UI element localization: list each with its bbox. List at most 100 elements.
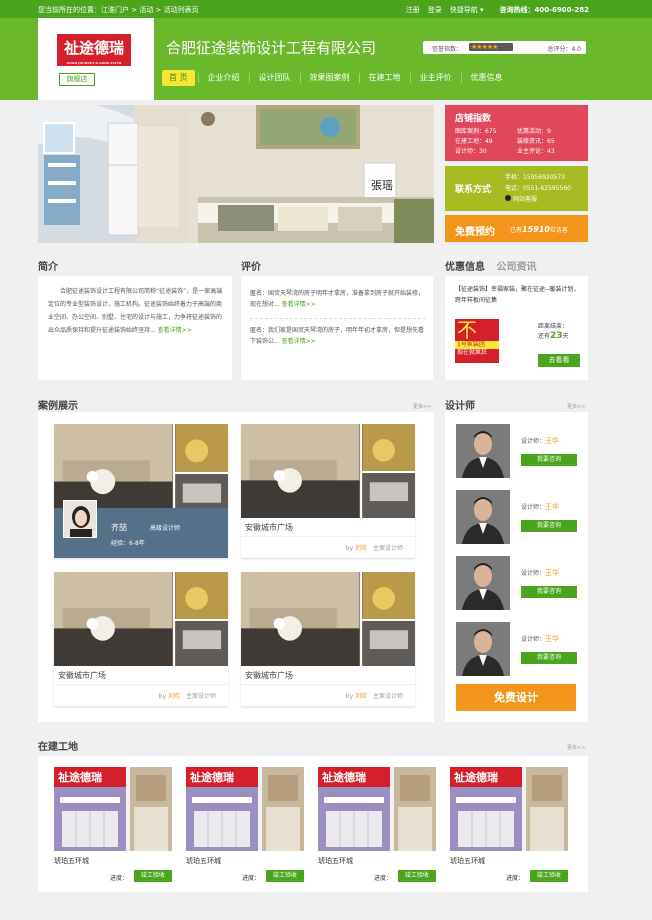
case-card[interactable]: 安徽城市广场 by 刘欢 主案设计师 [241,572,415,706]
stat-promos: 优惠活动：9 [517,128,551,135]
consult-button[interactable]: 我要咨询 [521,586,577,598]
hero-banner[interactable]: 張瑶 [38,105,434,243]
site-progress-label: 进度： [242,875,261,882]
case-image[interactable] [241,572,415,666]
designer-name[interactable]: 王华 [545,635,559,643]
logo[interactable]: 祉途德瑞 GOOD JOURNEY & GOOD FAITH [57,34,131,66]
divider [250,318,426,319]
site-logo-text: 祉途德瑞 [57,770,102,784]
case-card[interactable]: 安徽城市广场 by 刘欢 主案设计师 [241,424,415,558]
nav-cases[interactable]: 效果图案例 [299,73,359,83]
contact-title: 联系方式 [455,185,492,195]
intro-card: 合肥征途装饰设计工程有限公司简称“征途装饰”，是一家高端定位的专业型装饰设计、施… [38,276,232,380]
review-more-link[interactable]: 查看详情>> [282,301,316,308]
main-nav: 首 页 企业介绍 设计团队 效果图案例 在建工地 业主评价 优惠信息 [162,70,512,86]
credit-label: 信誉指数： [432,46,463,53]
site-name[interactable]: 琥珀五环城 [450,856,485,866]
case-author: by 刘欢 主案设计师 [345,545,403,552]
cases-more-link[interactable]: 更多>> [413,403,431,410]
store-index-panel: 店铺指数 图库案例：675 优惠活动：9 在建工地：49 装修资讯：65 设计师：3… [445,105,588,161]
case-author: by 刘欢 主案设计师 [345,693,403,700]
nav-home[interactable]: 首 页 [162,70,195,86]
logo-box[interactable]: 祉途德瑞 GOOD JOURNEY & GOOD FAITH 旗舰店 [38,18,154,100]
author-link[interactable]: 刘欢 [355,693,367,700]
designer-name[interactable]: 王华 [545,569,559,577]
designer-role: 高级设计师 [150,525,181,532]
reviews-title: 评价 [241,262,261,273]
tab-news[interactable]: 公司资讯 [496,262,536,273]
site-name[interactable]: 琥珀五环城 [54,856,89,866]
designers-more-link[interactable]: 更多>> [567,403,585,410]
divider [54,684,228,685]
designer-name[interactable]: 王华 [545,503,559,511]
site-name[interactable]: 琥珀五环城 [186,856,221,866]
tab-promos[interactable]: 优惠信息 [445,262,485,273]
promo-go-button[interactable]: 去看看 [538,354,580,367]
register-link[interactable]: 注册 [406,5,420,15]
intro-more-link[interactable]: 查看详情>> [158,327,192,334]
case-name[interactable]: 安徽城市广场 [58,670,106,681]
flagship-tag: 旗舰店 [59,73,95,86]
total-score: 总评分：4.0 [547,46,581,53]
nav-about[interactable]: 企业介绍 [197,73,249,83]
consult-button[interactable]: 我要咨询 [521,652,577,664]
author-link[interactable]: 刘欢 [355,545,367,552]
designers-title: 设计师 [445,401,475,412]
nav-sites[interactable]: 在建工地 [358,73,410,83]
consult-button[interactable]: 我要咨询 [521,454,577,466]
nav-promos[interactable]: 优惠信息 [460,73,512,83]
designer-name[interactable]: 王华 [545,437,559,445]
nav-team[interactable]: 设计团队 [248,73,300,83]
promo-poster[interactable]: 不 1号家装团 现在就疯狂 [455,319,499,363]
contact-panel: 联系方式 手机：15956920573 电话：0551-62595560 网站客… [445,166,588,211]
case-image[interactable] [54,572,228,666]
store-index-stats: 图库案例：675 优惠活动：9 在建工地：49 装修资讯：65 设计师：30 业主评论… [455,127,585,157]
case-card[interactable]: 齐喆 高级设计师 经验：6-8年 [54,424,228,558]
designer-overlay[interactable]: 齐喆 高级设计师 经验：6-8年 [54,500,228,558]
case-image[interactable] [241,424,415,518]
quick-nav-link[interactable]: 快捷导航 ▾ [450,5,484,15]
sites-more-link[interactable]: 更多>> [567,744,585,751]
designer-photo[interactable] [456,556,510,610]
site-image[interactable]: 祉途德瑞 [450,767,568,851]
designer-photo[interactable] [456,424,510,478]
site-progress-badge[interactable]: 竣工验收 [398,870,436,882]
intro-body: 合肥征途装饰设计工程有限公司简称“征途装饰”，是一家高端定位的专业型装饰设计、施… [48,288,223,334]
star-rating: ★★★★★ [469,43,513,51]
review-item: 匿名：国贸天琴湾的房子明年才拿房，准备拿到房子就开始装修，现在想对... 查看详… [250,290,425,308]
site-progress-badge[interactable]: 竣工验收 [530,870,568,882]
credit-bar: 信誉指数： ★★★★★ 总评分：4.0 [423,41,586,54]
consult-button[interactable]: 我要咨询 [521,520,577,532]
seal-text: 張瑶 [371,179,393,192]
login-link[interactable]: 登录 [428,5,442,15]
promo-headline[interactable]: 【征途装饰】幸福家装，聚在征途--暖装计划，跨年样板间征集 [455,284,583,306]
case-author: by 刘欢 主案设计师 [158,693,216,700]
reserve-panel[interactable]: 免费预约 已有15910位访客 [445,215,588,242]
site-image[interactable]: 祉途德瑞 [54,767,172,851]
designer-name[interactable]: 齐喆 [111,522,127,533]
site-progress-badge[interactable]: 竣工验收 [266,870,304,882]
case-name[interactable]: 安徽城市广场 [245,670,293,681]
site-image[interactable]: 祉途德瑞 [186,767,304,851]
reserve-title[interactable]: 免费预约 [455,223,495,238]
designer-photo[interactable] [456,490,510,544]
store-index-title: 店铺指数 [455,114,492,124]
logo-subtitle: GOOD JOURNEY & GOOD FAITH [66,61,122,65]
designer-photo[interactable] [456,622,510,676]
qq-icon [505,195,511,201]
review-more-link[interactable]: 查看详情>> [282,338,316,345]
site-image[interactable]: 祉途德瑞 [318,767,436,851]
site-progress-badge[interactable]: 竣工验收 [134,870,172,882]
case-name[interactable]: 安徽城市广场 [245,522,293,533]
qq-service[interactable]: 网站客服 [505,194,571,205]
case-card[interactable]: 安徽城市广场 by 刘欢 主案设计师 [54,572,228,706]
site-logo-text: 祉途德瑞 [321,770,366,784]
top-links: 注册 登录 快捷导航 ▾ 咨询热线：400-6900-282 [406,5,589,15]
reserve-count: 已有15910位访客 [510,225,568,234]
site-progress-label: 进度： [506,875,525,882]
site-name[interactable]: 琥珀五环城 [318,856,353,866]
nav-reviews[interactable]: 业主评价 [409,73,461,83]
top-bar: 您当前所在的位置：江淮门户 > 活动 > 活动列表页 注册 登录 快捷导航 ▾ … [0,0,652,18]
author-link[interactable]: 刘欢 [168,693,180,700]
free-design-button[interactable]: 免费设计 [456,684,576,711]
